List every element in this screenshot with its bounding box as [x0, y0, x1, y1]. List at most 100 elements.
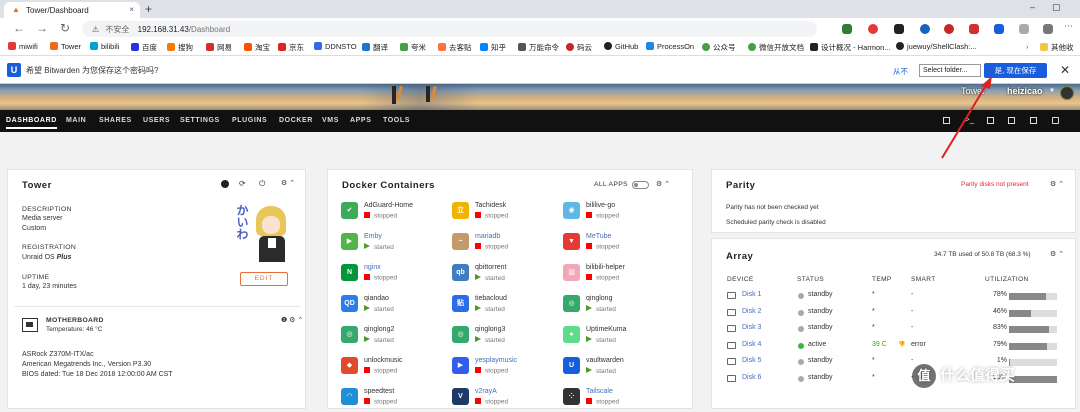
docker-container-item[interactable]: ◉bililive-gostopped [563, 202, 673, 226]
info-icon[interactable] [1052, 117, 1059, 124]
bookmarks-overflow-icon[interactable]: › [1026, 42, 1029, 51]
monitor-icon[interactable] [1030, 117, 1037, 124]
container-icon[interactable]: ▶ [341, 233, 358, 250]
url-input[interactable]: ⚠ 不安全 192.168.31.43/Dashboard [82, 21, 817, 37]
power-settings-icon[interactable] [221, 180, 229, 188]
container-name[interactable]: nginx [364, 264, 381, 271]
refresh-icon[interactable]: ⟳ [239, 179, 246, 188]
docker-container-item[interactable]: ▶Embystarted [341, 233, 451, 257]
docker-container-item[interactable]: ◎qinglong2started [341, 326, 451, 350]
container-name[interactable]: yesplaymusic [475, 357, 517, 364]
docker-container-item[interactable]: Vv2rayAstopped [452, 388, 562, 412]
nav-tools[interactable]: TOOLS [383, 117, 410, 124]
bookmark-item[interactable]: 去客贴 [438, 42, 472, 53]
docker-container-item[interactable]: ◆unlockmusicstopped [341, 357, 451, 381]
nav-vms[interactable]: VMS [322, 117, 339, 124]
docker-container-item[interactable]: Nnginxstopped [341, 264, 451, 288]
gear-icon[interactable]: ⚙ ⌃ [1050, 180, 1064, 188]
gear-icon[interactable]: ⚙ ⌃ [1050, 250, 1064, 258]
all-apps-toggle[interactable] [632, 181, 649, 189]
disk-name[interactable]: Disk 4 [742, 341, 761, 348]
container-icon[interactable]: ◎ [452, 326, 469, 343]
docker-container-item[interactable]: ▼MeTubestopped [563, 233, 673, 257]
container-name[interactable]: speedtest [364, 388, 394, 395]
container-icon[interactable]: ⁘ [563, 388, 580, 405]
docker-container-item[interactable]: 立Tachideskstopped [452, 202, 562, 226]
info-gear-icon[interactable]: ❶ ⚙ ⌃ [281, 316, 303, 324]
new-tab-button[interactable]: + [145, 2, 152, 16]
docker-container-item[interactable]: ◠speedteststopped [341, 388, 451, 412]
container-icon[interactable]: ◆ [341, 357, 358, 374]
container-icon[interactable]: ~ [452, 233, 469, 250]
container-icon[interactable]: V [452, 388, 469, 405]
never-button[interactable]: 从不 [893, 66, 908, 77]
bookmark-item[interactable]: Tower [50, 42, 81, 51]
container-name[interactable]: Tachidesk [475, 202, 506, 209]
container-icon[interactable]: ✔ [341, 202, 358, 219]
disk-name[interactable]: Disk 5 [742, 357, 761, 364]
bookmark-item[interactable]: bilibili [90, 42, 119, 51]
container-icon[interactable]: QD [341, 295, 358, 312]
save-now-button[interactable]: 是, 现在保存 [984, 63, 1047, 78]
disk-name[interactable]: Disk 6 [742, 374, 761, 381]
bookmark-item[interactable]: 百度 [131, 42, 157, 53]
bookmark-item[interactable]: 公众号 [702, 42, 736, 53]
container-icon[interactable]: 贴 [452, 295, 469, 312]
profile-icon[interactable] [1043, 24, 1053, 34]
folder-select[interactable]: Select folder... [919, 64, 981, 77]
reload-button[interactable]: ↻ [60, 21, 70, 35]
copy-icon[interactable] [987, 117, 994, 124]
edit-button[interactable]: EDIT [240, 272, 288, 286]
gear-icon[interactable]: ⚙ ⌃ [656, 180, 670, 188]
docker-container-item[interactable]: ✔AdGuard-Homestopped [341, 202, 451, 226]
nav-shares[interactable]: SHARES [99, 117, 132, 124]
container-name[interactable]: vaultwarden [586, 357, 624, 364]
close-icon[interactable]: ✕ [1060, 63, 1070, 77]
container-icon[interactable]: U [563, 357, 580, 374]
log-icon[interactable] [1008, 117, 1015, 124]
container-name[interactable]: tiebacloud [475, 295, 507, 302]
container-icon[interactable]: ◠ [341, 388, 358, 405]
docker-container-item[interactable]: ◎qinglong3started [452, 326, 562, 350]
avatar[interactable] [1060, 86, 1074, 100]
container-name[interactable]: qbittorrent [475, 264, 507, 271]
gear-icon[interactable]: ⚙ ⌃ [281, 179, 295, 187]
container-icon[interactable]: ◉ [563, 202, 580, 219]
extensions-puzzle-icon[interactable] [1019, 24, 1029, 34]
bookmark-folder[interactable]: 其他收 [1040, 42, 1074, 53]
tab-close-icon[interactable]: × [129, 5, 134, 14]
bookmark-item[interactable]: juewuy/ShellClash:... [896, 42, 977, 51]
browser-tab[interactable]: ▲ Tower/Dashboard × [4, 2, 140, 18]
extension-icon[interactable] [969, 24, 979, 34]
bookmark-item[interactable]: miwifi [8, 42, 38, 51]
nav-docker[interactable]: DOCKER [279, 117, 313, 124]
bookmark-item[interactable]: 万能命令 [518, 42, 559, 53]
docker-container-item[interactable]: ⁘Tailscalestopped [563, 388, 673, 412]
extension-icon[interactable] [842, 24, 852, 34]
chevron-down-icon[interactable]: ▼ [1049, 88, 1055, 94]
bitwarden-icon[interactable] [994, 24, 1004, 34]
docker-container-item[interactable]: ▥bilibili-helperstopped [563, 264, 673, 288]
docker-container-item[interactable]: qbqbittorrentstarted [452, 264, 562, 288]
container-name[interactable]: Emby [364, 233, 382, 240]
bookmark-item[interactable]: DDNSTO [314, 42, 357, 51]
container-icon[interactable]: ▶ [452, 357, 469, 374]
adblock-icon[interactable] [868, 24, 878, 34]
bookmark-item[interactable]: ProcessOn [646, 42, 694, 51]
back-button[interactable]: ← [13, 21, 25, 35]
container-name[interactable]: AdGuard-Home [364, 202, 413, 209]
container-name[interactable]: unlockmusic [364, 357, 403, 364]
container-icon[interactable]: N [341, 264, 358, 281]
container-name[interactable]: qinglong2 [364, 326, 394, 333]
disk-name[interactable]: Disk 1 [742, 291, 761, 298]
container-icon[interactable]: 立 [452, 202, 469, 219]
extension-icon[interactable] [894, 24, 904, 34]
container-icon[interactable]: qb [452, 264, 469, 281]
bookmark-item[interactable]: GitHub [604, 42, 638, 51]
docker-container-item[interactable]: ◎qinglongstarted [563, 295, 673, 319]
container-name[interactable]: qiandao [364, 295, 389, 302]
container-name[interactable]: bililive-go [586, 202, 615, 209]
bookmark-item[interactable]: 搜狗 [167, 42, 193, 53]
container-icon[interactable]: ▥ [563, 264, 580, 281]
container-name[interactable]: v2rayA [475, 388, 497, 395]
